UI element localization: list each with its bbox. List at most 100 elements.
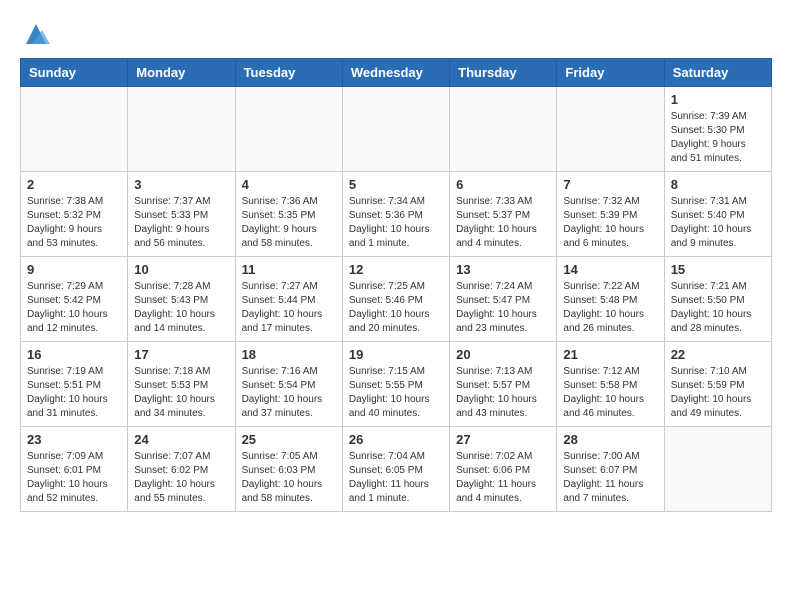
logo-icon	[22, 20, 50, 48]
weekday-header-wednesday: Wednesday	[342, 59, 449, 87]
day-info: Sunrise: 7:05 AM Sunset: 6:03 PM Dayligh…	[242, 450, 336, 506]
day-info: Sunrise: 7:34 AM Sunset: 5:36 PM Dayligh…	[349, 195, 443, 251]
calendar-cell: 18 Sunrise: 7:16 AM Sunset: 5:54 PM Dayli…	[235, 342, 342, 427]
day-info: Sunrise: 7:00 AM Sunset: 6:07 PM Dayligh…	[563, 450, 657, 506]
calendar-cell: 9Sunrise: 7:29 AM Sunset: 5:42 PM Daylig…	[21, 257, 128, 342]
day-number: 14	[563, 262, 657, 277]
day-info: Sunrise: 7:22 AM Sunset: 5:48 PM Dayligh…	[563, 280, 657, 336]
calendar-cell: 26 Sunrise: 7:04 AM Sunset: 6:05 PM Dayli…	[342, 427, 449, 512]
calendar-cell: 3Sunrise: 7:37 AM Sunset: 5:33 PM Daylig…	[128, 172, 235, 257]
calendar-cell: 19 Sunrise: 7:15 AM Sunset: 5:55 PM Dayli…	[342, 342, 449, 427]
day-info: Sunrise: 7:38 AM Sunset: 5:32 PM Dayligh…	[27, 195, 121, 251]
weekday-header-saturday: Saturday	[664, 59, 771, 87]
calendar-cell: 6 Sunrise: 7:33 AM Sunset: 5:37 PM Daylig…	[450, 172, 557, 257]
day-number: 13	[456, 262, 550, 277]
calendar-cell: 1 Sunrise: 7:39 AM Sunset: 5:30 PM Daylig…	[664, 87, 771, 172]
day-number: 16	[27, 347, 121, 362]
day-info: Sunrise: 7:33 AM Sunset: 5:37 PM Dayligh…	[456, 195, 550, 251]
day-number: 18	[242, 347, 336, 362]
day-info: Sunrise: 7:02 AM Sunset: 6:06 PM Dayligh…	[456, 450, 550, 506]
day-info: Sunrise: 7:07 AM Sunset: 6:02 PM Dayligh…	[134, 450, 228, 506]
calendar-week-2: 2 Sunrise: 7:38 AM Sunset: 5:32 PM Daylig…	[21, 172, 772, 257]
weekday-header-thursday: Thursday	[450, 59, 557, 87]
page-header	[20, 20, 772, 48]
weekday-header-friday: Friday	[557, 59, 664, 87]
day-number: 19	[349, 347, 443, 362]
calendar-cell: 23 Sunrise: 7:09 AM Sunset: 6:01 PM Dayli…	[21, 427, 128, 512]
calendar-cell: 16 Sunrise: 7:19 AM Sunset: 5:51 PM Dayli…	[21, 342, 128, 427]
day-info: Sunrise: 7:39 AM Sunset: 5:30 PM Dayligh…	[671, 110, 765, 166]
day-number: 25	[242, 432, 336, 447]
day-number: 12	[349, 262, 443, 277]
logo	[20, 20, 50, 48]
calendar-cell	[235, 87, 342, 172]
calendar-cell: 25 Sunrise: 7:05 AM Sunset: 6:03 PM Dayli…	[235, 427, 342, 512]
calendar-cell: 17 Sunrise: 7:18 AM Sunset: 5:53 PM Dayli…	[128, 342, 235, 427]
day-number: 1	[671, 92, 765, 107]
day-number: 22	[671, 347, 765, 362]
day-info: Sunrise: 7:36 AM Sunset: 5:35 PM Dayligh…	[242, 195, 336, 251]
calendar-cell	[664, 427, 771, 512]
calendar-cell: 10 Sunrise: 7:28 AM Sunset: 5:43 PM Dayli…	[128, 257, 235, 342]
calendar-cell: 8Sunrise: 7:31 AM Sunset: 5:40 PM Daylig…	[664, 172, 771, 257]
day-number: 10	[134, 262, 228, 277]
day-info: Sunrise: 7:28 AM Sunset: 5:43 PM Dayligh…	[134, 280, 228, 336]
day-info: Sunrise: 7:13 AM Sunset: 5:57 PM Dayligh…	[456, 365, 550, 421]
calendar-week-5: 23 Sunrise: 7:09 AM Sunset: 6:01 PM Dayli…	[21, 427, 772, 512]
day-number: 17	[134, 347, 228, 362]
calendar-cell	[557, 87, 664, 172]
day-info: Sunrise: 7:31 AM Sunset: 5:40 PM Dayligh…	[671, 195, 765, 251]
weekday-header-monday: Monday	[128, 59, 235, 87]
day-number: 9	[27, 262, 121, 277]
calendar-week-3: 9Sunrise: 7:29 AM Sunset: 5:42 PM Daylig…	[21, 257, 772, 342]
day-info: Sunrise: 7:24 AM Sunset: 5:47 PM Dayligh…	[456, 280, 550, 336]
calendar-week-1: 1 Sunrise: 7:39 AM Sunset: 5:30 PM Daylig…	[21, 87, 772, 172]
day-info: Sunrise: 7:27 AM Sunset: 5:44 PM Dayligh…	[242, 280, 336, 336]
calendar-cell: 24 Sunrise: 7:07 AM Sunset: 6:02 PM Dayli…	[128, 427, 235, 512]
day-number: 11	[242, 262, 336, 277]
calendar-cell: 22 Sunrise: 7:10 AM Sunset: 5:59 PM Dayli…	[664, 342, 771, 427]
day-number: 5	[349, 177, 443, 192]
calendar-cell: 28 Sunrise: 7:00 AM Sunset: 6:07 PM Dayli…	[557, 427, 664, 512]
calendar-cell: 20 Sunrise: 7:13 AM Sunset: 5:57 PM Dayli…	[450, 342, 557, 427]
day-number: 2	[27, 177, 121, 192]
weekday-header-tuesday: Tuesday	[235, 59, 342, 87]
calendar-cell	[342, 87, 449, 172]
day-number: 20	[456, 347, 550, 362]
day-info: Sunrise: 7:04 AM Sunset: 6:05 PM Dayligh…	[349, 450, 443, 506]
day-info: Sunrise: 7:16 AM Sunset: 5:54 PM Dayligh…	[242, 365, 336, 421]
day-number: 3	[134, 177, 228, 192]
calendar-cell: 27 Sunrise: 7:02 AM Sunset: 6:06 PM Dayli…	[450, 427, 557, 512]
day-number: 21	[563, 347, 657, 362]
day-number: 7	[563, 177, 657, 192]
day-info: Sunrise: 7:09 AM Sunset: 6:01 PM Dayligh…	[27, 450, 121, 506]
day-number: 26	[349, 432, 443, 447]
calendar-cell	[21, 87, 128, 172]
calendar-cell: 5 Sunrise: 7:34 AM Sunset: 5:36 PM Daylig…	[342, 172, 449, 257]
weekday-header-row: SundayMondayTuesdayWednesdayThursdayFrid…	[21, 59, 772, 87]
day-number: 4	[242, 177, 336, 192]
calendar-cell	[450, 87, 557, 172]
day-info: Sunrise: 7:18 AM Sunset: 5:53 PM Dayligh…	[134, 365, 228, 421]
calendar-table: SundayMondayTuesdayWednesdayThursdayFrid…	[20, 58, 772, 512]
calendar-cell: 2 Sunrise: 7:38 AM Sunset: 5:32 PM Daylig…	[21, 172, 128, 257]
calendar-week-4: 16 Sunrise: 7:19 AM Sunset: 5:51 PM Dayli…	[21, 342, 772, 427]
day-info: Sunrise: 7:19 AM Sunset: 5:51 PM Dayligh…	[27, 365, 121, 421]
day-number: 24	[134, 432, 228, 447]
day-info: Sunrise: 7:25 AM Sunset: 5:46 PM Dayligh…	[349, 280, 443, 336]
calendar-cell: 21Sunrise: 7:12 AM Sunset: 5:58 PM Dayli…	[557, 342, 664, 427]
calendar-cell: 11 Sunrise: 7:27 AM Sunset: 5:44 PM Dayli…	[235, 257, 342, 342]
day-number: 28	[563, 432, 657, 447]
calendar-cell: 4 Sunrise: 7:36 AM Sunset: 5:35 PM Daylig…	[235, 172, 342, 257]
day-number: 27	[456, 432, 550, 447]
day-info: Sunrise: 7:21 AM Sunset: 5:50 PM Dayligh…	[671, 280, 765, 336]
day-number: 23	[27, 432, 121, 447]
calendar-cell: 7Sunrise: 7:32 AM Sunset: 5:39 PM Daylig…	[557, 172, 664, 257]
day-info: Sunrise: 7:10 AM Sunset: 5:59 PM Dayligh…	[671, 365, 765, 421]
calendar-cell: 12 Sunrise: 7:25 AM Sunset: 5:46 PM Dayli…	[342, 257, 449, 342]
calendar-cell	[128, 87, 235, 172]
weekday-header-sunday: Sunday	[21, 59, 128, 87]
day-number: 6	[456, 177, 550, 192]
day-info: Sunrise: 7:15 AM Sunset: 5:55 PM Dayligh…	[349, 365, 443, 421]
day-number: 15	[671, 262, 765, 277]
